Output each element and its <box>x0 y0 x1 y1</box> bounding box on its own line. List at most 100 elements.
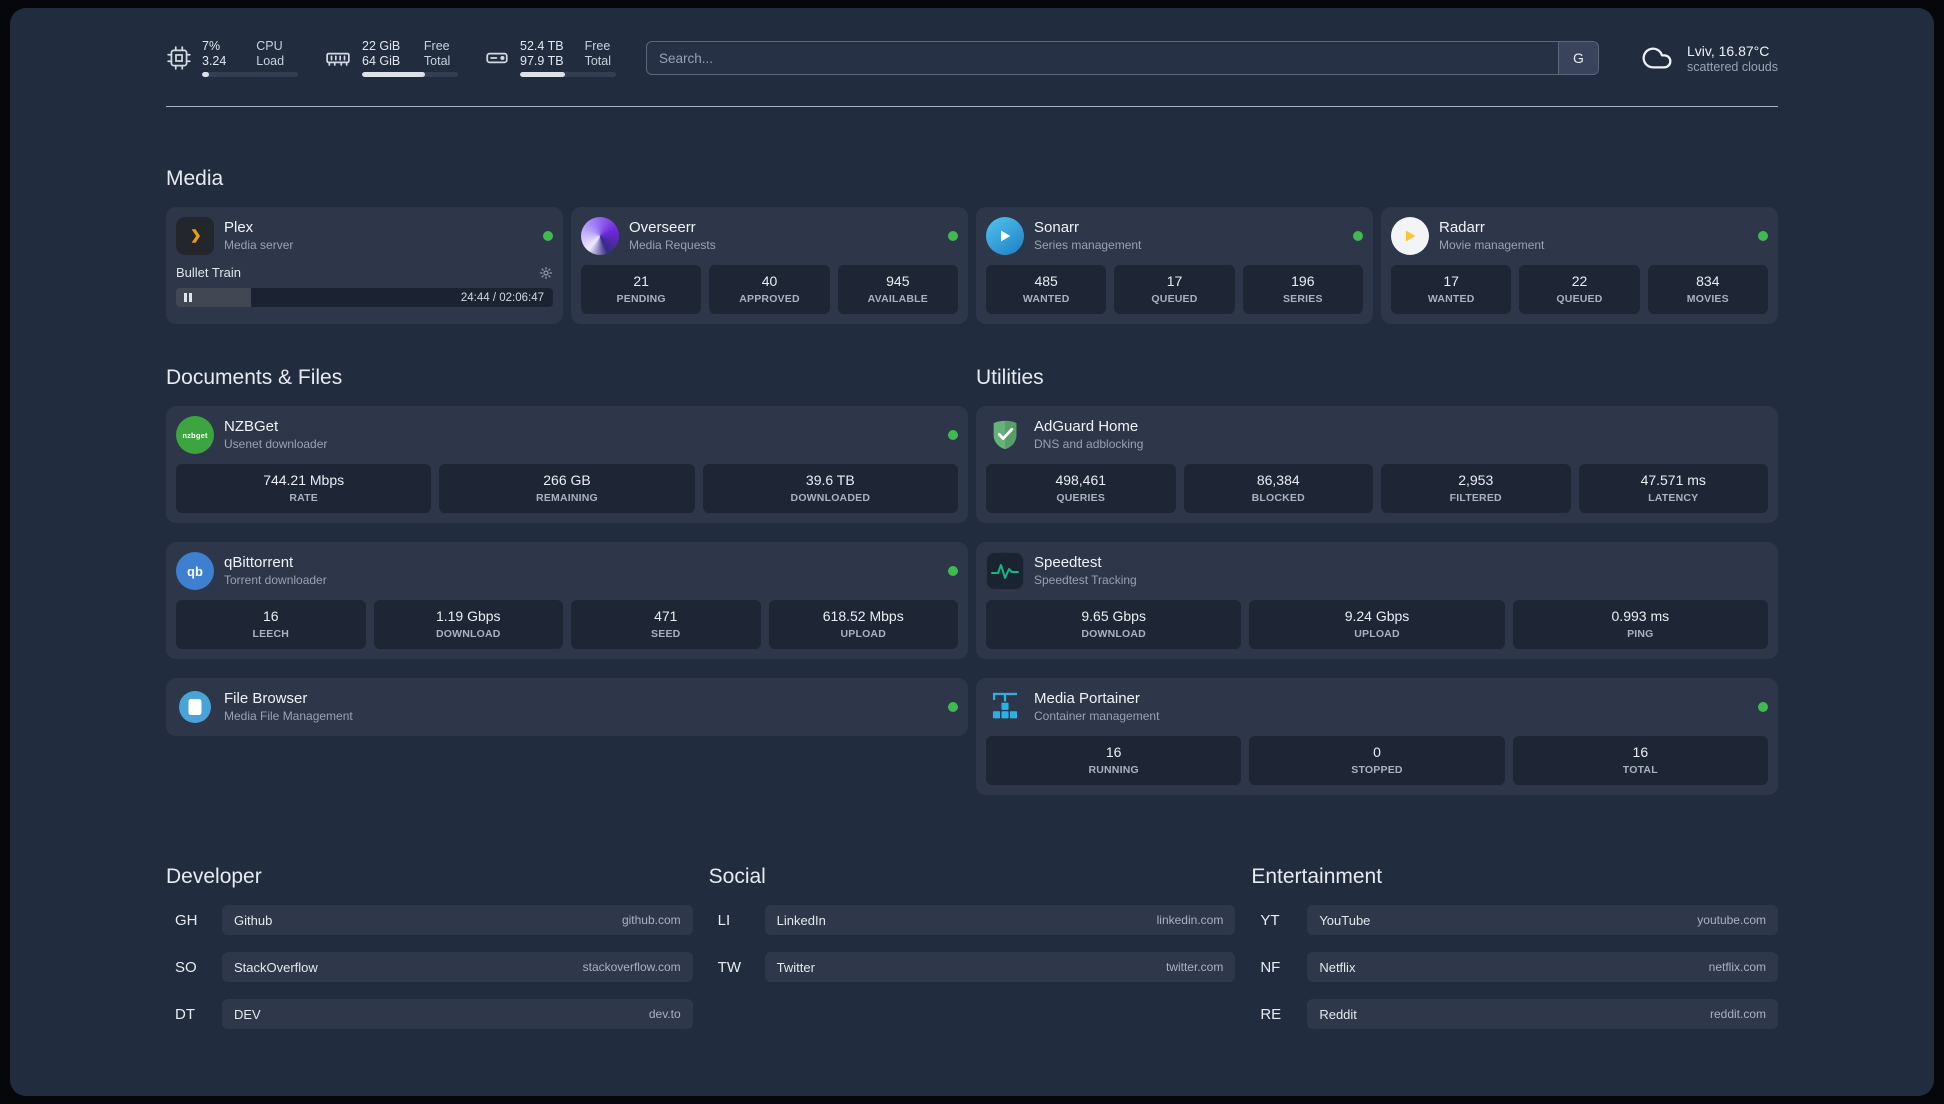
bookmark-link[interactable]: Netflix netflix.com <box>1307 952 1778 982</box>
overseerr-card[interactable]: Overseerr Media Requests 21 PENDING 40 A… <box>571 207 968 324</box>
stat-approved: 40 APPROVED <box>709 265 830 314</box>
card-title: Sonarr <box>1034 218 1080 236</box>
card-title: File Browser <box>224 689 308 707</box>
utilities-heading: Utilities <box>976 366 1044 389</box>
stat-remaining: 266 GB REMAINING <box>439 464 695 513</box>
stat-wanted: 485 WANTED <box>986 265 1107 314</box>
disk-progress-fill <box>520 72 566 77</box>
sonarr-icon <box>986 217 1024 255</box>
playback-progress-bar[interactable]: 24:44 / 02:06:47 <box>176 288 553 307</box>
card-subtitle: DNS and adblocking <box>1034 437 1144 452</box>
speedtest-card[interactable]: Speedtest Speedtest Tracking 9.65 Gbps D… <box>976 542 1778 659</box>
bookmark-abbr: LI <box>717 911 731 929</box>
weather-widget[interactable]: Lviv, 16.87°C scattered clouds <box>1637 42 1778 74</box>
stat-queries: 498,461 QUERIES <box>986 464 1176 513</box>
bookmark-stackoverflow: SO StackOverflow stackoverflow.com <box>166 952 693 982</box>
bookmark-youtube: YT YouTube youtube.com <box>1251 905 1778 935</box>
card-subtitle: Media File Management <box>224 709 353 724</box>
cpu-usage-label: CPU <box>256 39 283 53</box>
bookmark-github: GH Github github.com <box>166 905 693 935</box>
cpu-load-label: Load <box>256 54 285 68</box>
memory-icon <box>324 45 352 71</box>
cpu-usage-value: 7% <box>202 39 221 53</box>
card-title: Speedtest <box>1034 553 1102 571</box>
gear-icon[interactable] <box>539 266 553 280</box>
card-subtitle: Torrent downloader <box>224 573 327 588</box>
now-playing-title: Bullet Train <box>176 265 242 280</box>
bookmark-twitter: TW Twitter twitter.com <box>709 952 1236 982</box>
stat-leech: 16 LEECH <box>176 600 366 649</box>
filebrowser-icon <box>176 688 214 726</box>
documents-heading: Documents & Files <box>166 366 343 389</box>
weather-condition: scattered clouds <box>1686 59 1778 74</box>
pause-icon[interactable] <box>184 293 192 302</box>
stat-queued: 17 QUEUED <box>1114 265 1235 314</box>
card-subtitle: Media server <box>224 238 294 253</box>
stat-downloaded: 39.6 TB DOWNLOADED <box>702 464 958 513</box>
section-utilities: Utilities AdGuard Home DNS and adblockin… <box>976 366 1778 795</box>
stat-seed: 471 SEED <box>571 600 761 649</box>
bookmark-link[interactable]: Twitter twitter.com <box>764 952 1236 982</box>
developer-heading: Developer <box>166 865 262 888</box>
card-subtitle: Series management <box>1034 238 1142 253</box>
plex-icon <box>176 217 214 255</box>
bookmark-link[interactable]: Reddit reddit.com <box>1307 999 1778 1029</box>
bookmark-link[interactable]: DEV dev.to <box>222 999 693 1029</box>
cloud-icon <box>1637 42 1677 74</box>
stat-upload: 9.24 Gbps UPLOAD <box>1249 600 1505 649</box>
cpu-icon <box>166 45 192 71</box>
search-provider-button[interactable]: G <box>1557 42 1598 74</box>
bookmark-abbr: TW <box>717 958 741 976</box>
memory-progress-track <box>362 72 458 77</box>
stat-total: 16 TOTAL <box>1512 736 1768 785</box>
card-title: Radarr <box>1439 218 1485 236</box>
stat-latency: 47.571 ms LATENCY <box>1578 464 1768 513</box>
bookmark-link[interactable]: LinkedIn linkedin.com <box>764 905 1236 935</box>
search-input[interactable] <box>646 41 1599 75</box>
sonarr-card[interactable]: Sonarr Series management 485 WANTED 17 Q… <box>976 207 1373 324</box>
disk-free-label: Free <box>584 39 611 53</box>
memory-progress-fill <box>362 72 426 77</box>
status-dot <box>948 702 958 712</box>
stat-filtered: 2,953 FILTERED <box>1381 464 1571 513</box>
cpu-load-value: 3.24 <box>202 54 227 68</box>
status-dot <box>948 231 958 241</box>
section-social: Social LI LinkedIn linkedin.com TW Twitt… <box>709 865 1236 1046</box>
status-dot <box>948 430 958 440</box>
bookmark-abbr: NF <box>1260 958 1281 976</box>
overseerr-icon <box>581 217 619 255</box>
stat-stopped: 0 STOPPED <box>1249 736 1505 785</box>
filebrowser-card[interactable]: File Browser Media File Management <box>166 678 968 736</box>
portainer-card[interactable]: Media Portainer Container management 16 … <box>976 678 1778 795</box>
card-subtitle: Usenet downloader <box>224 437 328 452</box>
radarr-card[interactable]: Radarr Movie management 17 WANTED 22 QUE… <box>1381 207 1778 324</box>
social-heading: Social <box>708 865 766 888</box>
adguard-card[interactable]: AdGuard Home DNS and adblocking 498,461 … <box>976 406 1778 523</box>
status-dot <box>543 231 553 241</box>
stat-blocked: 86,384 BLOCKED <box>1183 464 1373 513</box>
card-subtitle: Speedtest Tracking <box>1034 573 1137 588</box>
disk-icon <box>484 45 510 71</box>
bookmark-link[interactable]: StackOverflow stackoverflow.com <box>222 952 693 982</box>
dashboard-panel: 7% CPU 3.24 Load 22 GiB Free 64 GiB Tota… <box>10 8 1934 1096</box>
section-developer: Developer GH Github github.com SO StackO… <box>166 865 693 1046</box>
qbittorrent-card[interactable]: qb qBittorrent Torrent downloader 16 LEE… <box>166 542 968 659</box>
media-heading: Media <box>166 167 224 190</box>
memory-free-label: Free <box>423 39 450 53</box>
stat-available: 945 AVAILABLE <box>837 265 958 314</box>
disk-total-label: Total <box>584 54 611 68</box>
qbittorrent-icon: qb <box>176 552 214 590</box>
playback-time: 24:44 / 02:06:47 <box>460 291 544 304</box>
bookmark-link[interactable]: YouTube youtube.com <box>1307 905 1778 935</box>
card-title: AdGuard Home <box>1034 417 1139 435</box>
bookmark-link[interactable]: Github github.com <box>222 905 693 935</box>
nzbget-card[interactable]: nzbget NZBGet Usenet downloader 744.21 M… <box>166 406 968 523</box>
disk-readout: 52.4 TB Free 97.9 TB Total <box>520 39 616 77</box>
stat-pending: 21 PENDING <box>581 265 702 314</box>
search-bar: G <box>646 41 1599 75</box>
disk-progress-track <box>520 72 616 77</box>
stat-download: 1.19 Gbps DOWNLOAD <box>373 600 563 649</box>
disk-widget: 52.4 TB Free 97.9 TB Total <box>484 39 616 77</box>
disk-total-value: 97.9 TB <box>520 54 564 68</box>
plex-card[interactable]: Plex Media server Bullet Train 24:44 / 0… <box>166 207 563 324</box>
